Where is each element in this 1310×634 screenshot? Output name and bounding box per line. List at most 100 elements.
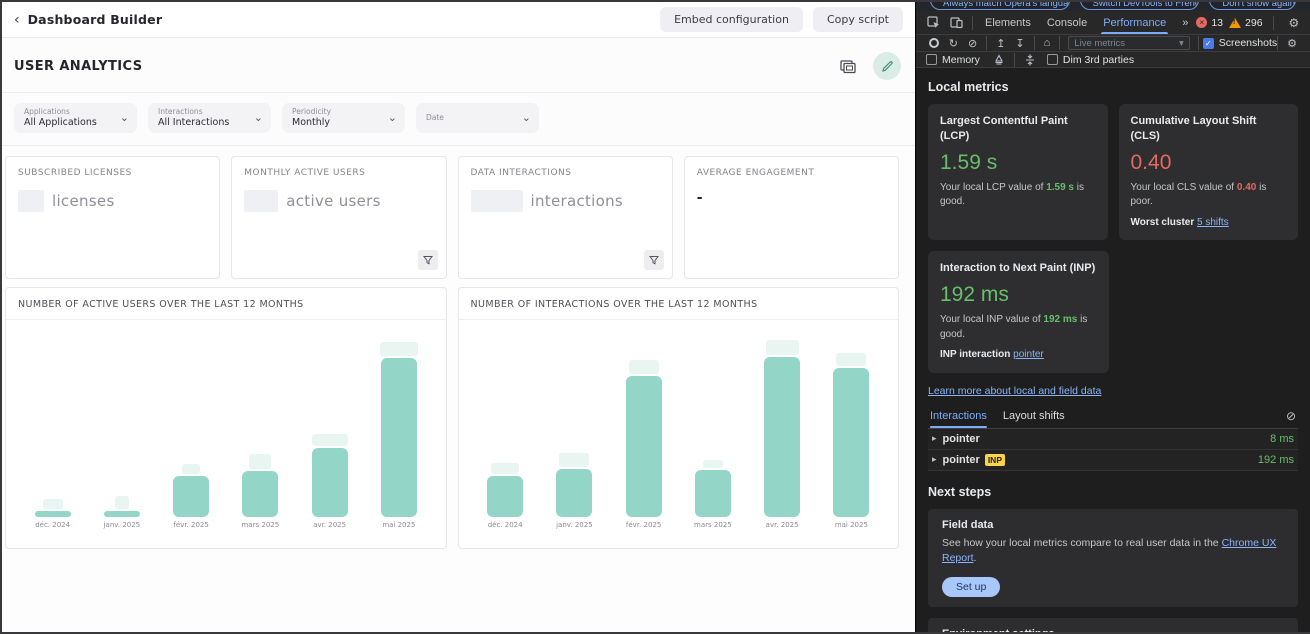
- bar[interactable]: [312, 448, 348, 517]
- bar-group[interactable]: déc. 2024: [19, 326, 85, 529]
- present-mode-icon[interactable]: [837, 55, 859, 77]
- header-actions: Embed configuration Copy script: [660, 7, 903, 32]
- bar-group[interactable]: avr. 2025: [296, 326, 362, 529]
- interaction-name: pointer: [943, 433, 980, 445]
- bar[interactable]: [242, 471, 278, 517]
- kpi-unit: licenses: [52, 192, 115, 210]
- bar[interactable]: [487, 476, 523, 517]
- warning-icon: !: [1229, 18, 1241, 28]
- redacted-value: [244, 190, 278, 212]
- bar[interactable]: [695, 470, 731, 517]
- isolate-icon[interactable]: [1019, 52, 1041, 67]
- filter-date[interactable]: Date ⌄: [416, 103, 539, 133]
- bar[interactable]: [381, 358, 417, 517]
- live-metrics-select[interactable]: Live metrics▾: [1068, 36, 1189, 50]
- x-axis-label: mai 2025: [835, 521, 868, 529]
- chevron-down-icon: ⌄: [254, 111, 263, 124]
- bar-overlay-cap: [182, 464, 200, 474]
- interaction-row[interactable]: ▸ pointer 8 ms: [928, 429, 1298, 450]
- bar[interactable]: [556, 469, 592, 517]
- reload-and-record-icon[interactable]: ↻: [944, 37, 963, 50]
- filter-periodicity[interactable]: PeriodicityMonthly ⌄: [282, 103, 405, 133]
- bar[interactable]: [833, 368, 869, 517]
- memory-label: Memory: [942, 54, 980, 66]
- lcp-card: Largest Contentful Paint (LCP) 1.59 s Yo…: [928, 104, 1108, 240]
- tab-performance[interactable]: Performance: [1095, 11, 1174, 34]
- disclosure-icon[interactable]: ▸: [932, 433, 937, 444]
- interaction-name: pointer: [943, 454, 980, 466]
- filter-applications[interactable]: ApplicationsAll Applications ⌄: [14, 103, 137, 133]
- bar-group[interactable]: avr. 2025: [749, 326, 815, 529]
- warning-count-badge[interactable]: !296: [1229, 17, 1263, 29]
- capture-settings-gear-icon[interactable]: ⚙: [1282, 37, 1302, 50]
- error-count-badge[interactable]: ×13: [1196, 17, 1223, 29]
- infobar-pill-dismiss[interactable]: Don't show again: [1209, 2, 1296, 10]
- record-icon[interactable]: [929, 38, 939, 48]
- learn-more-link[interactable]: Learn more about local and field data: [928, 385, 1101, 397]
- device-toolbar-icon[interactable]: [945, 11, 968, 34]
- screenshots-checkbox[interactable]: ✓: [1203, 38, 1214, 49]
- inspect-element-icon[interactable]: [922, 11, 945, 34]
- error-count: 13: [1211, 17, 1223, 29]
- filter-interactions[interactable]: InteractionsAll Interactions ⌄: [148, 103, 271, 133]
- bar[interactable]: [104, 511, 140, 517]
- bar[interactable]: [173, 476, 209, 517]
- clear-log-icon[interactable]: ⊘: [1286, 409, 1296, 423]
- bar-group[interactable]: déc. 2024: [472, 326, 538, 529]
- dropdown-arrow-icon: ▾: [1179, 38, 1184, 49]
- memory-checkbox[interactable]: [926, 54, 937, 65]
- save-profile-icon[interactable]: ↧: [1010, 37, 1029, 50]
- x-axis-label: janv. 2025: [104, 521, 141, 529]
- infobar-pill-language[interactable]: Always match Opera's language: [930, 2, 1070, 10]
- field-data-card: Field data See how your local metrics co…: [928, 509, 1298, 608]
- bar-group[interactable]: févr. 2025: [158, 326, 224, 529]
- disclosure-icon[interactable]: ▸: [932, 454, 937, 465]
- kpi-filter-button[interactable]: [644, 250, 664, 270]
- bar-overlay-cap: [43, 499, 63, 509]
- tab-elements[interactable]: Elements: [977, 11, 1039, 34]
- devtools-infobar: Always match Opera's language Switch Dev…: [916, 2, 1310, 11]
- back-icon[interactable]: ‹: [14, 12, 20, 28]
- bar[interactable]: [626, 376, 662, 517]
- edit-button[interactable]: [873, 52, 901, 80]
- settings-gear-icon[interactable]: ⚙: [1284, 16, 1305, 30]
- bar-group[interactable]: janv. 2025: [541, 326, 607, 529]
- collect-garbage-icon[interactable]: [988, 52, 1010, 67]
- bar[interactable]: [35, 511, 71, 517]
- bar-group[interactable]: mars 2025: [680, 326, 746, 529]
- kpi-unit: interactions: [531, 192, 624, 210]
- bar-group[interactable]: mars 2025: [227, 326, 293, 529]
- app-title: Dashboard Builder: [28, 12, 163, 27]
- set-up-button[interactable]: Set up: [942, 577, 1000, 597]
- cls-worst-cluster: Worst cluster 5 shifts: [1131, 216, 1287, 231]
- interaction-row[interactable]: ▸ pointer INP 192 ms: [928, 450, 1298, 471]
- tab-console[interactable]: Console: [1039, 11, 1095, 34]
- performance-panel-content: Local metrics Largest Contentful Paint (…: [916, 68, 1310, 632]
- cls-value: 0.40: [1131, 151, 1287, 175]
- filter-label: Interactions: [158, 107, 229, 116]
- bar-group[interactable]: févr. 2025: [610, 326, 676, 529]
- bar-overlay-cap: [629, 360, 659, 374]
- embed-configuration-button[interactable]: Embed configuration: [660, 7, 803, 32]
- pointer-link[interactable]: pointer: [1013, 349, 1044, 360]
- bar-group[interactable]: mai 2025: [366, 326, 432, 529]
- x-axis-label: févr. 2025: [173, 521, 208, 529]
- kpi-filter-button[interactable]: [418, 250, 438, 270]
- chart-title: NUMBER OF ACTIVE USERS OVER THE LAST 12 …: [6, 288, 446, 320]
- shifts-link[interactable]: 5 shifts: [1197, 217, 1229, 228]
- more-tabs-icon[interactable]: »: [1174, 11, 1196, 34]
- field-data-title: Field data: [942, 519, 1284, 531]
- copy-script-button[interactable]: Copy script: [813, 7, 903, 32]
- home-icon[interactable]: ⌂: [1039, 37, 1056, 49]
- tab-layout-shifts[interactable]: Layout shifts: [1003, 410, 1065, 422]
- bar[interactable]: [764, 357, 800, 517]
- infobar-pill-switch[interactable]: Switch DevTools to French: [1080, 2, 1200, 10]
- bar-overlay-cap: [836, 353, 866, 366]
- cls-title: Cumulative Layout Shift (CLS): [1131, 114, 1287, 144]
- bar-group[interactable]: janv. 2025: [89, 326, 155, 529]
- dim-3rd-parties-checkbox[interactable]: [1047, 54, 1058, 65]
- bar-group[interactable]: mai 2025: [818, 326, 884, 529]
- tab-interactions-log[interactable]: Interactions: [930, 410, 987, 422]
- load-profile-icon[interactable]: ↥: [991, 37, 1010, 50]
- clear-icon[interactable]: ⊘: [963, 37, 982, 50]
